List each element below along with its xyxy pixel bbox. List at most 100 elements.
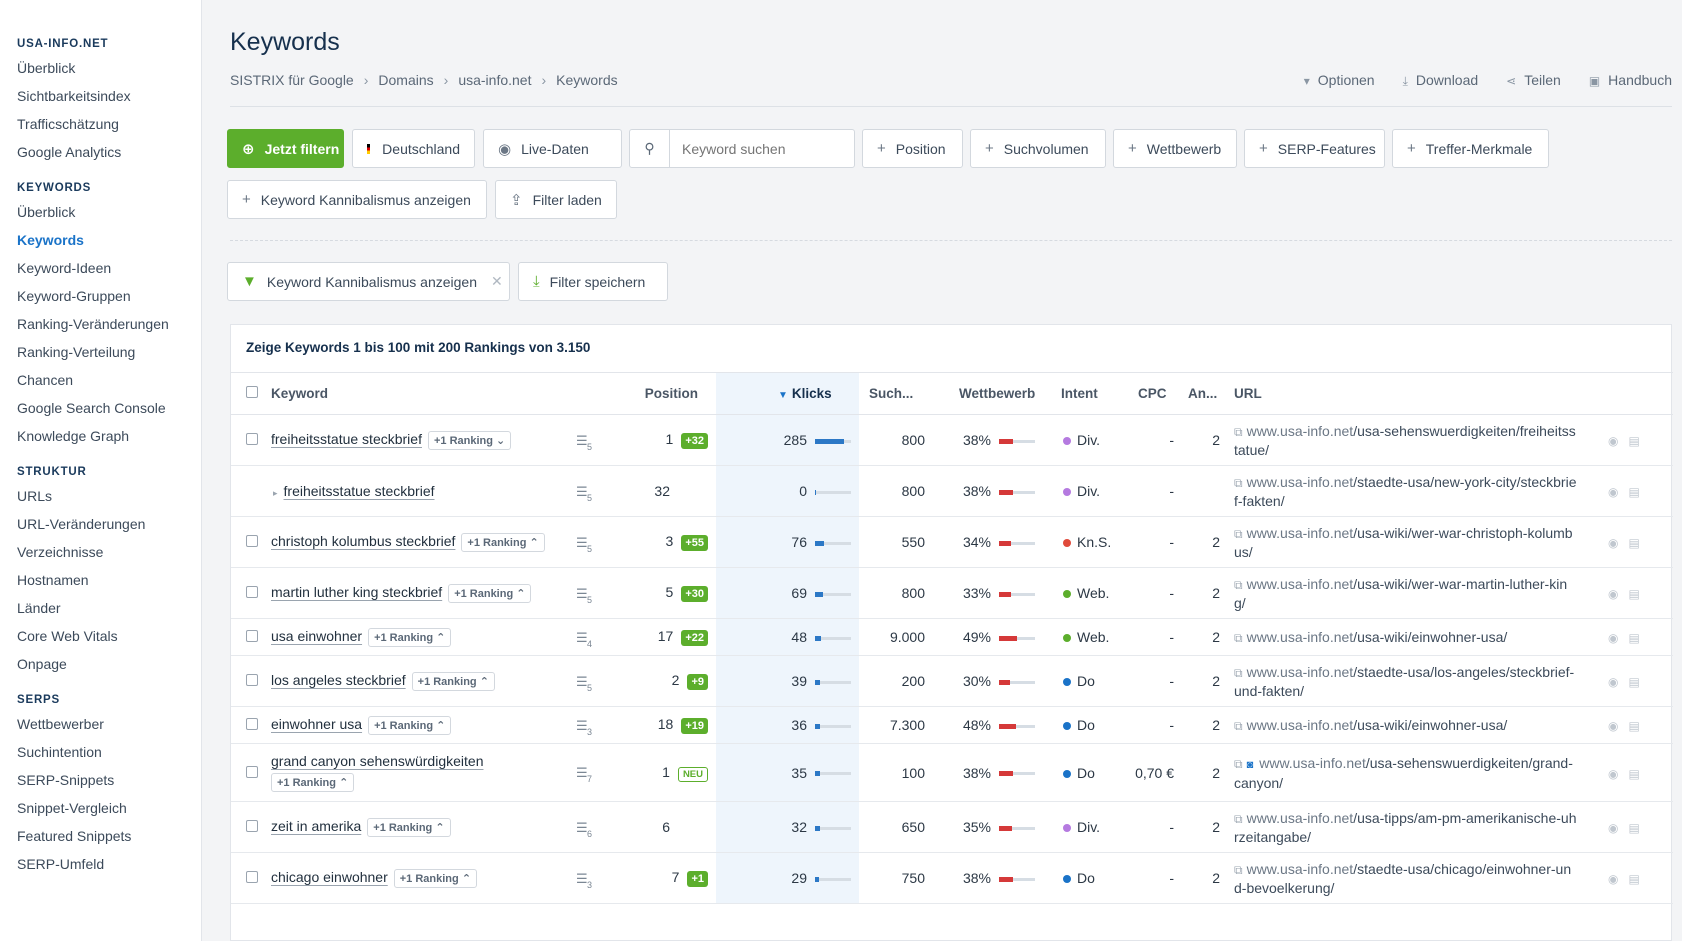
sidebar-item-serp-snippets[interactable]: SERP-Snippets [0, 766, 201, 794]
row-checkbox[interactable] [246, 535, 258, 547]
breadcrumb-domains[interactable]: Domains [378, 72, 433, 88]
sidebar-item-core-web-vitals[interactable]: Core Web Vitals [0, 622, 201, 650]
url-domain[interactable]: www.usa-info.net [1247, 423, 1354, 439]
keyword-search-input[interactable] [670, 140, 850, 157]
sidebar-item-google-analytics[interactable]: Google Analytics [0, 138, 201, 166]
ranking-toggle[interactable]: +1 Ranking ⌃ [393, 868, 478, 888]
keyword-link[interactable]: martin luther king steckbrief [271, 584, 442, 600]
chart-icon[interactable]: ▤ [1628, 719, 1639, 733]
save-filter-button[interactable]: ⤓ Filter speichern [518, 262, 668, 301]
serp-list-icon[interactable]: ☰ 6 [576, 820, 592, 839]
row-checkbox[interactable] [246, 674, 258, 686]
sidebar-item-serp-umfeld[interactable]: SERP-Umfeld [0, 850, 201, 878]
keyword-link[interactable]: chicago einwohner [271, 869, 388, 885]
sidebar-item-urls[interactable]: URLs [0, 482, 201, 510]
row-checkbox[interactable] [246, 765, 258, 778]
header-competition[interactable]: Wettbewerb [943, 372, 1049, 415]
keyword-link[interactable]: zeit in amerika [271, 818, 361, 834]
keyword-link[interactable]: grand canyon sehenswürdigkeiten [271, 753, 483, 769]
external-link-icon[interactable]: ⧉ [1234, 863, 1243, 877]
row-checkbox[interactable] [246, 718, 258, 730]
keyword-link[interactable]: einwohner usa [271, 716, 362, 732]
external-link-icon[interactable]: ⧉ [1234, 578, 1243, 592]
sidebar-item-url-veränderungen[interactable]: URL-Veränderungen [0, 510, 201, 538]
breadcrumb-domain[interactable]: usa-info.net [458, 72, 531, 88]
external-link-icon[interactable]: ⧉ [1234, 812, 1243, 826]
manual-button[interactable]: ▣ Handbuch [1589, 72, 1672, 89]
external-link-icon[interactable]: ⧉ [1234, 757, 1243, 771]
ranking-toggle[interactable]: +1 Ranking ⌃ [411, 671, 495, 691]
keyword-link[interactable]: usa einwohner [271, 628, 362, 644]
external-link-icon[interactable]: ⧉ [1234, 425, 1243, 439]
header-count[interactable]: An... [1188, 372, 1234, 415]
apply-filter-button[interactable]: ⊕ Jetzt filtern [227, 129, 344, 168]
sidebar-item-ranking-verteilung[interactable]: Ranking-Verteilung [0, 338, 201, 366]
ranking-toggle[interactable]: +1 Ranking ⌃ [368, 627, 452, 647]
header-position[interactable]: Position [623, 372, 716, 415]
eye-icon[interactable]: ◉ [1608, 872, 1618, 886]
serp-features-filter-button[interactable]: + SERP-Features [1244, 129, 1385, 168]
sidebar-item-überblick[interactable]: Überblick [0, 54, 201, 82]
chart-icon[interactable]: ▤ [1628, 434, 1639, 448]
position-filter-button[interactable]: + Position [862, 129, 963, 168]
url-domain[interactable]: www.usa-info.net [1259, 755, 1366, 771]
sidebar-item-trafficschätzung[interactable]: Trafficschätzung [0, 110, 201, 138]
header-cpc[interactable]: CPC [1132, 372, 1188, 415]
ranking-toggle[interactable]: +1 Ranking ⌃ [461, 532, 545, 552]
eye-icon[interactable]: ◉ [1608, 767, 1618, 781]
eye-icon[interactable]: ◉ [1608, 485, 1618, 499]
url-domain[interactable]: www.usa-info.net [1247, 664, 1354, 680]
load-filter-button[interactable]: ⇪ Filter laden [495, 180, 617, 219]
live-data-button[interactable]: ◉ Live-Daten [483, 129, 622, 168]
url-path[interactable]: /usa-wiki/einwohner-usa/ [1353, 629, 1507, 645]
sidebar-item-ranking-veränderungen[interactable]: Ranking-Veränderungen [0, 310, 201, 338]
keyword-link[interactable]: christoph kolumbus steckbrief [271, 533, 455, 549]
keyword-link[interactable]: freiheitsstatue steckbrief [271, 431, 422, 447]
sidebar-item-keywords[interactable]: Keywords [0, 226, 201, 254]
url-domain[interactable]: www.usa-info.net [1247, 525, 1354, 541]
hit-features-filter-button[interactable]: + Treffer-Merkmale [1392, 129, 1549, 168]
row-checkbox[interactable] [246, 820, 258, 832]
select-all-checkbox[interactable] [246, 386, 258, 398]
external-link-icon[interactable]: ⧉ [1234, 527, 1243, 541]
keyword-link[interactable]: los angeles steckbrief [271, 672, 406, 688]
header-intent[interactable]: Intent [1049, 372, 1132, 415]
url-path[interactable]: /usa-wiki/einwohner-usa/ [1353, 717, 1507, 733]
serp-list-icon[interactable]: ☰ 5 [576, 586, 592, 605]
sidebar-item-featured-snippets[interactable]: Featured Snippets [0, 822, 201, 850]
ranking-toggle[interactable]: +1 Ranking ⌄ [427, 430, 512, 450]
eye-icon[interactable]: ◉ [1608, 821, 1618, 835]
row-checkbox[interactable] [246, 433, 258, 445]
sidebar-item-keyword-ideen[interactable]: Keyword-Ideen [0, 254, 201, 282]
eye-icon[interactable]: ◉ [1608, 434, 1618, 448]
competition-filter-button[interactable]: + Wettbewerb [1113, 129, 1237, 168]
header-klicks[interactable]: ▼ Klicks [716, 372, 859, 415]
chart-icon[interactable]: ▤ [1628, 767, 1639, 781]
keyword-link[interactable]: freiheitsstatue steckbrief [284, 483, 435, 499]
chart-icon[interactable]: ▤ [1628, 536, 1639, 550]
sidebar-item-snippet-vergleich[interactable]: Snippet-Vergleich [0, 794, 201, 822]
header-search-volume[interactable]: Such... [859, 372, 943, 415]
chart-icon[interactable]: ▤ [1628, 485, 1639, 499]
header-url[interactable]: URL [1234, 372, 1592, 415]
chart-icon[interactable]: ▤ [1628, 821, 1639, 835]
row-checkbox[interactable] [246, 630, 258, 642]
serp-list-icon[interactable]: ☰ 5 [576, 535, 592, 554]
sidebar-item-länder[interactable]: Länder [0, 594, 201, 622]
chart-icon[interactable]: ▤ [1628, 587, 1639, 601]
external-link-icon[interactable]: ⧉ [1234, 719, 1243, 733]
chart-icon[interactable]: ▤ [1628, 675, 1639, 689]
breadcrumb-sistrix[interactable]: SISTRIX für Google [230, 72, 354, 88]
sidebar-item-keyword-gruppen[interactable]: Keyword-Gruppen [0, 282, 201, 310]
remove-filter-icon[interactable]: ✕ [491, 273, 503, 290]
sidebar-item-suchintention[interactable]: Suchintention [0, 738, 201, 766]
url-domain[interactable]: www.usa-info.net [1247, 810, 1354, 826]
eye-icon[interactable]: ◉ [1608, 536, 1618, 550]
options-button[interactable]: ▾ Optionen [1304, 72, 1375, 89]
url-domain[interactable]: www.usa-info.net [1247, 629, 1354, 645]
sidebar-item-überblick[interactable]: Überblick [0, 198, 201, 226]
sidebar-item-hostnamen[interactable]: Hostnamen [0, 566, 201, 594]
url-domain[interactable]: www.usa-info.net [1247, 861, 1354, 877]
eye-icon[interactable]: ◉ [1608, 719, 1618, 733]
url-domain[interactable]: www.usa-info.net [1247, 717, 1354, 733]
